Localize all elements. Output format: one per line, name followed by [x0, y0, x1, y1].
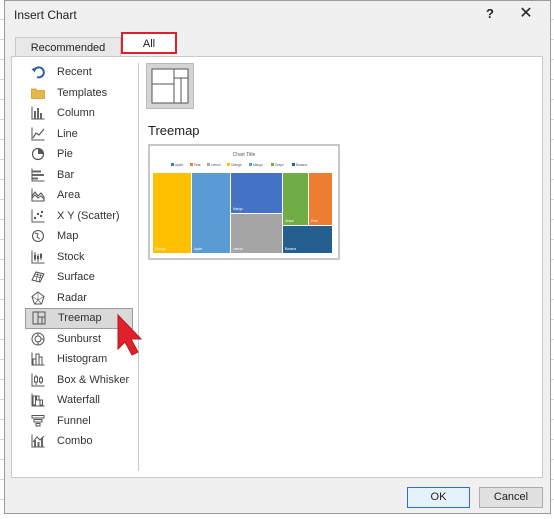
dialog-title: Insert Chart — [14, 8, 77, 22]
sidebar-item-label: Line — [57, 127, 78, 140]
chart-type-panel: Recent Templates Column Line Pie Bar Are… — [11, 56, 543, 478]
close-button[interactable]: ✕ — [515, 4, 537, 24]
sidebar-item-label: Stock — [57, 250, 85, 263]
legend-orange: Orange — [231, 163, 242, 167]
tile-lemon-label: Lemon — [233, 247, 243, 251]
sidebar-item-combo[interactable]: Combo — [25, 431, 133, 452]
sidebar-item-radar[interactable]: Radar — [25, 288, 133, 309]
ok-button[interactable]: OK — [407, 487, 470, 508]
legend-pear: Pear — [194, 163, 202, 167]
sidebar-item-label: Pie — [57, 148, 73, 161]
sidebar-item-label: Sunburst — [57, 332, 102, 345]
legend-lemon: Lemon — [211, 163, 221, 167]
section-title: Treemap — [148, 123, 200, 138]
sidebar-item-stock[interactable]: Stock — [25, 247, 133, 268]
histogram-chart-icon — [31, 352, 45, 366]
tile-orange-label: Orange — [155, 247, 166, 251]
scatter-chart-icon — [31, 209, 45, 223]
legend-banana: Banana — [296, 163, 307, 167]
treemap-subtype-thumbnail[interactable] — [146, 63, 194, 109]
sidebar-item-column[interactable]: Column — [25, 103, 133, 124]
bar-chart-icon — [31, 168, 45, 182]
sidebar-item-label: Bar — [57, 168, 75, 181]
cursor-arrow-icon — [110, 311, 144, 360]
tile-mango-label: Mango — [233, 207, 243, 211]
tile-orange — [153, 173, 191, 253]
column-chart-icon — [31, 106, 45, 120]
sidebar-item-label: Waterfall — [57, 394, 100, 407]
help-button[interactable]: ? — [479, 4, 501, 24]
funnel-chart-icon — [31, 414, 45, 428]
sidebar-item-funnel[interactable]: Funnel — [25, 411, 133, 432]
radar-chart-icon — [31, 291, 45, 305]
sidebar-item-line[interactable]: Line — [25, 124, 133, 145]
panel-divider — [138, 63, 139, 471]
waterfall-chart-icon — [31, 393, 45, 407]
tile-grape — [283, 173, 308, 225]
tile-pear — [309, 173, 332, 225]
sidebar-item-bar[interactable]: Bar — [25, 165, 133, 186]
surface-chart-icon — [31, 270, 45, 284]
templates-folder-icon — [31, 86, 45, 100]
sunburst-chart-icon — [31, 332, 45, 346]
tile-apple — [192, 173, 230, 253]
cancel-button[interactable]: Cancel — [479, 487, 543, 508]
sidebar-item-label: Column — [57, 107, 95, 120]
sidebar-item-label: Map — [57, 230, 79, 243]
tab-all-charts[interactable]: All Charts — [121, 32, 177, 70]
dialog-title-bar: Insert Chart ? ✕ — [5, 1, 550, 28]
sidebar-item-label: Combo — [57, 435, 93, 448]
tile-pear-label: Pear — [311, 219, 319, 223]
treemap-preview[interactable]: Chart Title Apple Pear Lemon Orange Mang… — [148, 144, 340, 260]
tile-banana-label: Banana — [285, 247, 296, 251]
sidebar-item-map[interactable]: Map — [25, 226, 133, 247]
preview-tiles: Orange Apple Mango Lemon Grape Pear Bana… — [153, 173, 332, 253]
combo-chart-icon — [31, 434, 45, 448]
chart-type-list: Recent Templates Column Line Pie Bar Are… — [25, 62, 133, 452]
legend-grape: Grape — [275, 163, 284, 167]
area-chart-icon — [31, 188, 45, 202]
stock-chart-icon — [31, 250, 45, 264]
sidebar-item-label: Box & Whisker — [57, 373, 130, 386]
sidebar-item-label: Funnel — [57, 414, 91, 427]
sidebar-item-label: Surface — [57, 271, 95, 284]
preview-chart-title: Chart Title — [233, 152, 256, 158]
sidebar-item-label: Treemap — [58, 312, 102, 325]
treemap-chart-icon — [32, 311, 46, 325]
box-whisker-chart-icon — [31, 373, 45, 387]
tile-grape-label: Grape — [285, 219, 294, 223]
sidebar-item-scatter[interactable]: X Y (Scatter) — [25, 206, 133, 227]
sidebar-item-box-whisker[interactable]: Box & Whisker — [25, 370, 133, 391]
tile-apple-label: Apple — [194, 247, 202, 251]
sidebar-item-label: Templates — [57, 86, 108, 99]
tab-recommended-charts[interactable]: Recommended Charts — [15, 37, 121, 74]
sidebar-item-surface[interactable]: Surface — [25, 267, 133, 288]
sidebar-item-pie[interactable]: Pie — [25, 144, 133, 165]
sidebar-item-area[interactable]: Area — [25, 185, 133, 206]
line-chart-icon — [31, 127, 45, 141]
map-chart-icon — [31, 229, 45, 243]
sidebar-item-label: Recent — [57, 66, 92, 79]
preview-legend: Apple Pear Lemon Orange Mango Grape Bana… — [171, 163, 307, 167]
sidebar-item-templates[interactable]: Templates — [25, 83, 133, 104]
sidebar-item-label: Area — [57, 189, 81, 202]
legend-mango: Mango — [253, 163, 263, 167]
legend-apple: Apple — [175, 163, 183, 167]
sidebar-item-waterfall[interactable]: Waterfall — [25, 390, 133, 411]
insert-chart-dialog: Insert Chart ? ✕ Recommended Charts All … — [4, 0, 551, 514]
sidebar-item-label: Radar — [57, 291, 87, 304]
sidebar-item-recent[interactable]: Recent — [25, 62, 133, 83]
sidebar-item-label: X Y (Scatter) — [57, 209, 120, 222]
pie-chart-icon — [31, 147, 45, 161]
sidebar-item-label: Histogram — [57, 353, 108, 366]
recent-icon — [31, 65, 45, 79]
